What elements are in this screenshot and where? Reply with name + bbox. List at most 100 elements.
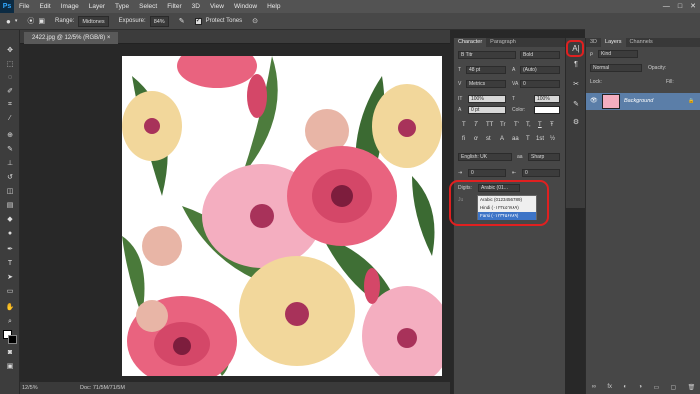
layer-filter-select[interactable]: Kind (598, 50, 638, 58)
tab-3d[interactable]: 3D (586, 38, 601, 47)
brush-presets-icon[interactable]: ✎ (569, 100, 583, 110)
range-select[interactable]: Midtones (78, 15, 109, 27)
pressure-icon[interactable]: ⊙ (252, 17, 258, 25)
zoom-tool-icon[interactable]: ⌕ (3, 317, 17, 327)
shape-tool-icon[interactable]: ▭ (3, 287, 17, 297)
menu-edit[interactable]: Edit (34, 3, 55, 10)
fx-icon[interactable]: fx (607, 384, 612, 394)
superscript-button[interactable]: T' (514, 122, 519, 128)
adjustments-icon[interactable]: ⚙ (569, 118, 583, 128)
menu-image[interactable]: Image (56, 3, 84, 10)
link-layers-icon[interactable]: ∞ (592, 384, 596, 394)
fractions-button[interactable]: ½ (550, 136, 555, 142)
indent-left-input[interactable]: 0 (468, 169, 506, 177)
dodge-tool-icon[interactable]: ● (3, 229, 17, 239)
path-select-icon[interactable]: ➤ (3, 273, 17, 283)
lasso-tool-icon[interactable]: ◌ (3, 73, 17, 83)
background-color-swatch[interactable] (8, 335, 17, 344)
menu-type[interactable]: Type (110, 3, 134, 10)
eraser-tool-icon[interactable]: ◫ (3, 187, 17, 197)
close-tab-icon[interactable]: × (107, 35, 111, 41)
ordinals-button[interactable]: 1st (536, 136, 544, 142)
type-tool-icon[interactable]: T (3, 259, 17, 269)
old-style-button[interactable]: ơ (474, 136, 478, 142)
move-tool-icon[interactable]: ✥ (3, 46, 17, 56)
swash-button[interactable]: st (486, 136, 491, 142)
brush-panel-icon[interactable]: ▣ (38, 17, 45, 25)
screen-mode-icon[interactable]: ▣ (3, 362, 17, 372)
minimize-button[interactable]: — (663, 0, 670, 13)
text-color-swatch[interactable] (534, 106, 560, 114)
menu-window[interactable]: Window (229, 3, 262, 10)
pen-tool-icon[interactable]: ✒ (3, 245, 17, 255)
titling-alternates-button[interactable]: aa (512, 136, 519, 142)
faux-italic-button[interactable]: T (474, 122, 478, 128)
mask-icon[interactable]: ◐ (623, 384, 627, 394)
strikethrough-button[interactable]: Ŧ (550, 122, 554, 128)
gradient-tool-icon[interactable]: ▤ (3, 201, 17, 211)
leading-input[interactable]: (Auto) (520, 66, 560, 74)
menu-filter[interactable]: Filter (162, 3, 186, 10)
tracking-input[interactable]: 0 (520, 80, 560, 88)
history-brush-icon[interactable]: ↺ (3, 173, 17, 183)
antialias-select[interactable]: Sharp (528, 153, 560, 161)
menu-help[interactable]: Help (262, 3, 285, 10)
group-icon[interactable]: ▭ (653, 384, 659, 394)
trash-icon[interactable]: 🗑 (688, 384, 696, 394)
stylistic-alternates-button[interactable]: A (500, 136, 504, 142)
tab-channels[interactable]: Channels (626, 38, 657, 47)
crop-tool-icon[interactable]: ⌗ (3, 100, 17, 110)
menu-view[interactable]: View (205, 3, 229, 10)
dropdown-arrow-icon[interactable]: ▾ (15, 18, 18, 24)
eyedropper-tool-icon[interactable]: ⁄ (3, 114, 17, 124)
ligature-button[interactable]: fi (462, 136, 465, 142)
layer-name[interactable]: Background (624, 98, 653, 104)
quick-select-tool-icon[interactable]: ✐ (3, 87, 17, 97)
language-select[interactable]: English: UK (458, 153, 512, 161)
close-button[interactable]: ✕ (690, 0, 696, 13)
floral-artwork[interactable] (122, 56, 442, 376)
font-family-select[interactable]: B Titr (458, 51, 516, 59)
burn-tool-icon[interactable]: ● (6, 17, 11, 26)
kerning-select[interactable]: Metrics (466, 80, 506, 88)
marquee-tool-icon[interactable]: ⬚ (3, 60, 17, 70)
baseline-shift-input[interactable]: 0 pt (468, 106, 506, 114)
tab-character[interactable]: Character (454, 38, 487, 47)
healing-tool-icon[interactable]: ⊕ (3, 131, 17, 141)
tab-paragraph[interactable]: Paragraph (486, 38, 520, 47)
menu-layer[interactable]: Layer (84, 3, 110, 10)
blur-tool-icon[interactable]: ◆ (3, 215, 17, 225)
menu-select[interactable]: Select (134, 3, 162, 10)
visibility-eye-icon[interactable]: 👁 (590, 97, 598, 104)
tools-preset-icon[interactable]: ✂ (569, 80, 583, 90)
tab-layers[interactable]: Layers (601, 38, 626, 47)
new-layer-icon[interactable]: ▢ (671, 384, 677, 394)
quick-mask-icon[interactable]: ◙ (3, 348, 17, 358)
blend-mode-select[interactable]: Normal (590, 64, 642, 72)
brush-preset-icon[interactable]: ⦿ (27, 16, 34, 26)
exposure-input[interactable]: 84% (149, 15, 169, 27)
adjustment-layer-icon[interactable]: ◑ (638, 384, 642, 394)
airbrush-icon[interactable]: ✎ (179, 17, 185, 25)
maximize-button[interactable]: □ (678, 0, 682, 13)
horizontal-scale-input[interactable]: 100% (534, 95, 560, 103)
protect-tones-checkbox[interactable] (194, 16, 202, 25)
small-caps-button[interactable]: Tr (500, 122, 505, 128)
menu-file[interactable]: File (14, 3, 34, 10)
menu-3d[interactable]: 3D (187, 3, 205, 10)
paragraph-panel-icon[interactable]: ¶ (569, 60, 583, 70)
font-style-select[interactable]: Bold (520, 51, 560, 59)
subscript-button[interactable]: T, (526, 122, 531, 128)
layer-row-background[interactable]: 👁 Background 🔒 (586, 93, 700, 110)
stamp-tool-icon[interactable]: ⊥ (3, 159, 17, 169)
brush-tool-icon[interactable]: ✎ (3, 145, 17, 155)
zoom-level[interactable]: 12/5% (22, 382, 38, 394)
underline-button[interactable]: T (538, 122, 542, 128)
hand-tool-icon[interactable]: ✋ (3, 303, 17, 313)
font-size-input[interactable]: 48 pt (466, 66, 506, 74)
indent-right-input[interactable]: 0 (522, 169, 560, 177)
all-caps-button[interactable]: TT (486, 122, 493, 128)
vertical-scale-input[interactable]: 100% (468, 95, 506, 103)
contextual-alternates-button[interactable]: T (526, 136, 530, 142)
document-tab[interactable]: 2422.jpg @ 12/5% (RGB/8) × (24, 32, 119, 44)
